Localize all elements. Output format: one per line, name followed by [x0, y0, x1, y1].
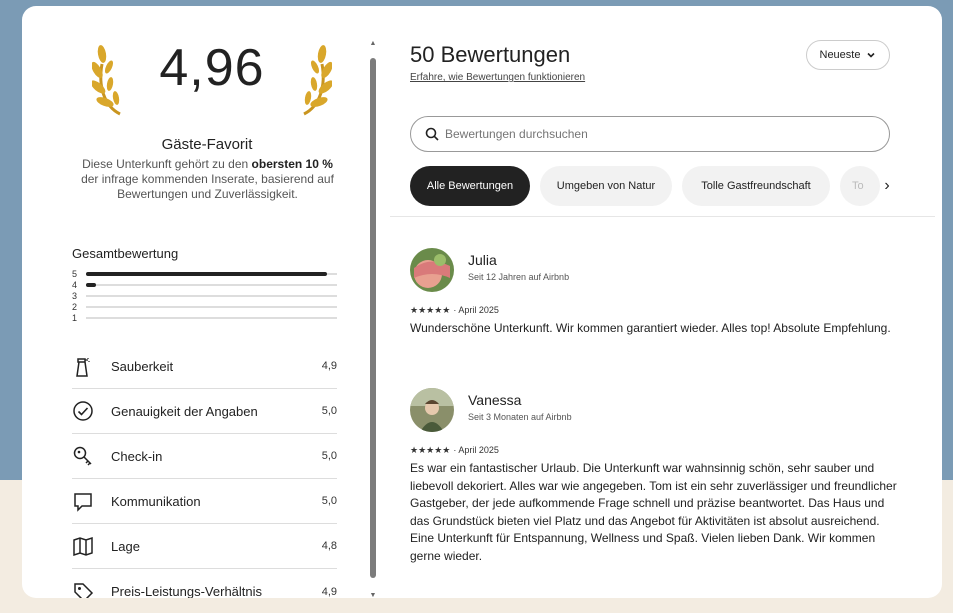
rating-bar-label: 4 [72, 279, 78, 290]
category-row-key: Check-in 5,0 [72, 434, 337, 479]
summary-scrollbar[interactable]: ▲ ▼ [369, 40, 377, 598]
rating-bar-track [86, 282, 337, 287]
review-date: · April 2025 [453, 305, 499, 315]
review-meta: ★★★★★ · April 2025 [410, 445, 499, 456]
rating-bar-2: 2 [72, 301, 337, 312]
category-row-price-tag: Preis-Leistungs-Verhältnis 4,9 [72, 569, 337, 598]
guest-favorite-description: Diese Unterkunft gehört zu den obersten … [81, 157, 334, 201]
rating-bar-track [86, 316, 337, 319]
category-label: Check-in [111, 448, 163, 464]
review-filter-chips: Alle Bewertungen Umgeben von Natur Tolle… [410, 166, 930, 210]
rating-hero: 4,96 [92, 38, 332, 118]
rating-bar-label: 2 [72, 301, 78, 312]
rating-bar-label: 3 [72, 290, 78, 301]
rating-bar-track [86, 294, 337, 297]
filter-chip-hospitality[interactable]: Tolle Gastfreundschaft [682, 166, 830, 206]
filter-chip-truncated[interactable]: To [840, 166, 880, 206]
category-score: 5,0 [321, 495, 337, 507]
rating-bar-4: 4 [72, 279, 337, 290]
rating-bar-1: 1 [72, 312, 337, 323]
chevron-down-icon [867, 52, 876, 58]
category-label: Genauigkeit der Angaben [111, 403, 258, 419]
category-ratings: Sauberkeit 4,9 Genauigkeit der Angaben 5,0 C… [72, 344, 337, 598]
guest-favorite-title: Gäste-Favorit [161, 136, 253, 153]
review-meta: ★★★★★ · April 2025 [410, 305, 499, 316]
category-score: 5,0 [321, 450, 337, 462]
reviewer-since: Seit 12 Jahren auf Airbnb [468, 272, 570, 282]
rating-bar-track [86, 271, 337, 276]
rating-bar-fill [86, 282, 97, 287]
review-search-input[interactable] [445, 127, 889, 141]
category-row-spray-bottle: Sauberkeit 4,9 [72, 344, 337, 389]
star-rating: ★★★★★ [410, 445, 451, 455]
category-label: Lage [111, 538, 140, 554]
rating-summary: 4,96 Gäste-Favorit Diese Unterkunft gehö… [72, 6, 342, 598]
rating-bar-track [86, 305, 337, 308]
avatar[interactable] [410, 388, 454, 432]
how-reviews-work-link[interactable]: Erfahre, wie Bewertungen funktionieren [410, 72, 585, 83]
review-text: Wunderschöne Unterkunft. Wir kommen gara… [410, 321, 891, 335]
chevron-right-icon[interactable]: › [876, 175, 898, 197]
header-divider [390, 216, 935, 217]
rating-bar-label: 1 [72, 312, 78, 323]
category-label: Sauberkeit [111, 358, 174, 374]
category-row-check-circle: Genauigkeit der Angaben 5,0 [72, 389, 337, 434]
reviewer-name: Julia [468, 252, 497, 268]
category-row-message-bubble: Kommunikation 5,0 [72, 479, 337, 524]
star-rating: ★★★★★ [410, 305, 451, 315]
category-score: 4,9 [321, 360, 337, 372]
rating-bar-3: 3 [72, 290, 337, 301]
category-label: Kommunikation [111, 493, 201, 509]
reviewer-name: Vanessa [468, 392, 522, 408]
message-bubble-icon [74, 493, 92, 512]
laurel-right-icon [303, 45, 332, 116]
scrollbar-thumb[interactable] [370, 58, 376, 578]
rating-bar-label: 5 [72, 268, 78, 279]
key-icon [73, 446, 92, 466]
reviews-list-panel: 50 Bewertungen Erfahre, wie Bewertungen … [390, 6, 935, 598]
rating-distribution: 54321 [72, 268, 337, 323]
reviews-modal: 4,96 Gäste-Favorit Diese Unterkunft gehö… [22, 6, 942, 598]
review-search-bar[interactable] [410, 116, 890, 152]
rating-bar-5: 5 [72, 268, 337, 279]
spray-bottle-icon [76, 358, 90, 377]
overall-rating-label: Gesamtbewertung [72, 246, 179, 261]
category-label: Preis-Leistungs-Verhältnis [111, 584, 263, 598]
sort-dropdown[interactable]: Neueste [806, 40, 890, 70]
rating-bar-fill [86, 271, 327, 276]
category-score: 4,8 [321, 540, 337, 552]
category-row-map: Lage 4,8 [72, 524, 337, 569]
scroll-up-arrow-icon[interactable]: ▲ [369, 40, 377, 47]
filter-chip-all[interactable]: Alle Bewertungen [410, 166, 530, 206]
map-icon [73, 536, 93, 557]
filter-chip-nature[interactable]: Umgeben von Natur [540, 166, 672, 206]
review-text: Es war ein fantastischer Urlaub. Die Unt… [410, 461, 897, 563]
search-icon [425, 127, 439, 141]
reviews-title: 50 Bewertungen [410, 42, 571, 67]
scroll-down-arrow-icon[interactable]: ▼ [369, 592, 377, 598]
reviewer-since: Seit 3 Monaten auf Airbnb [468, 412, 572, 422]
sort-label: Neueste [819, 49, 861, 61]
check-circle-icon [73, 401, 93, 421]
price-tag-icon [74, 582, 94, 598]
category-score: 4,9 [321, 585, 337, 598]
avatar[interactable] [410, 248, 454, 292]
category-score: 5,0 [321, 405, 337, 417]
review-date: · April 2025 [453, 445, 499, 455]
